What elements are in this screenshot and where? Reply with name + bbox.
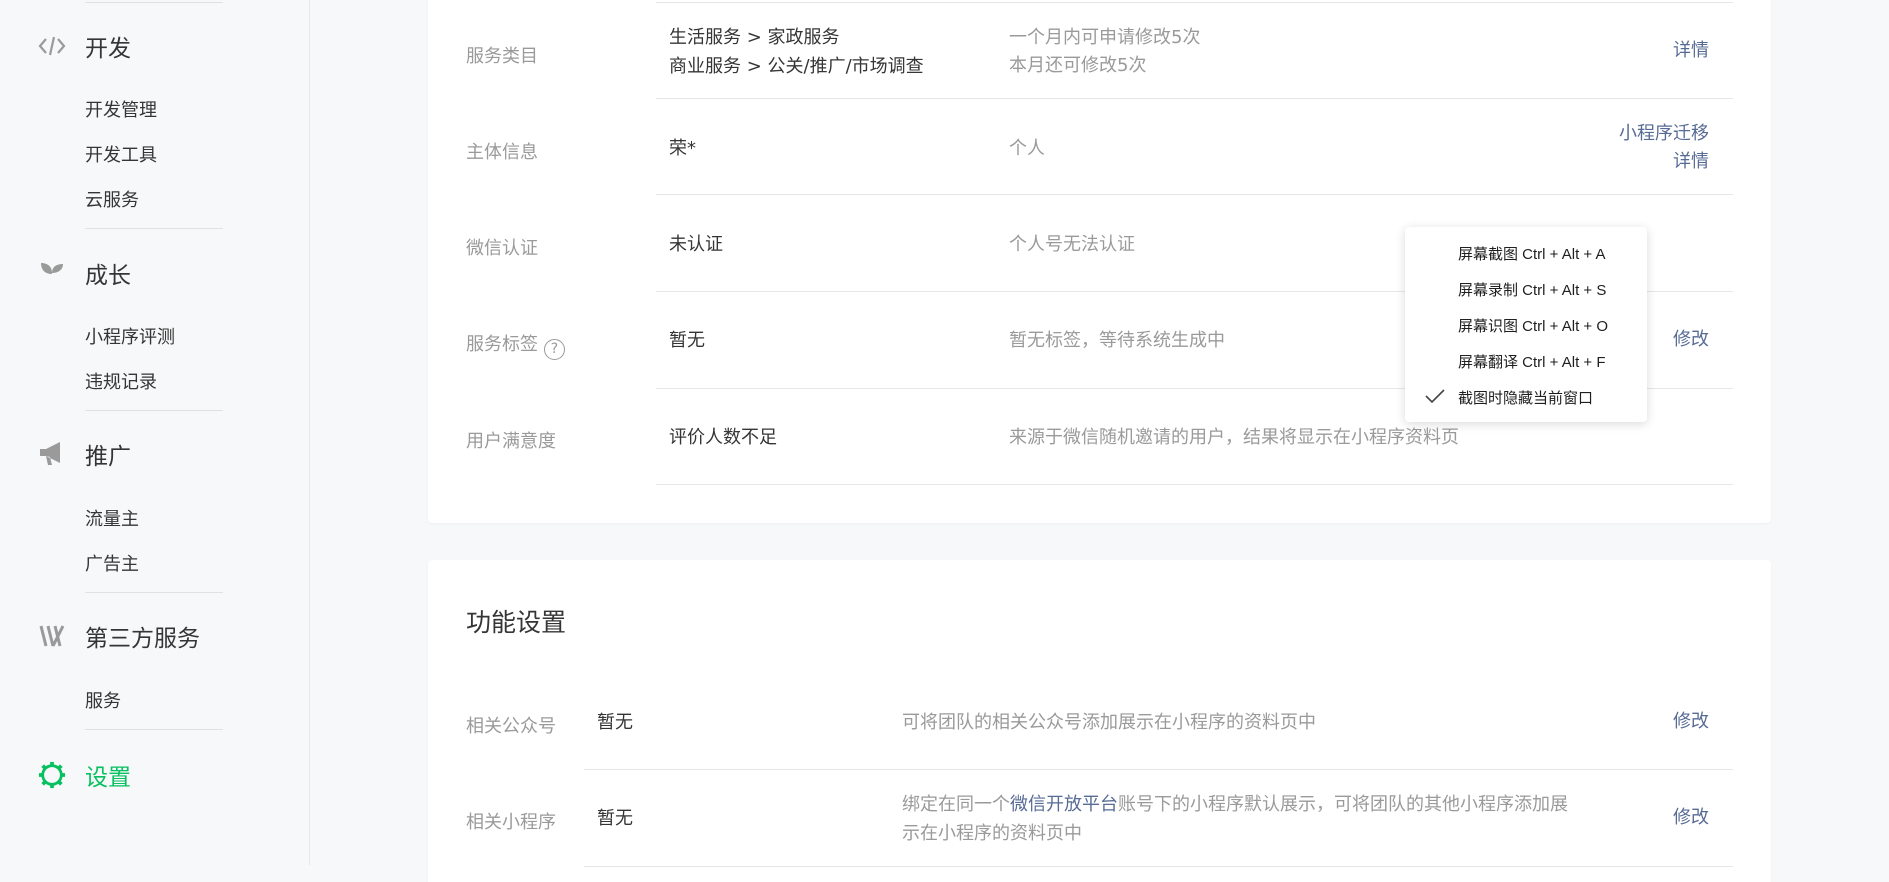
- sidebar-group-develop[interactable]: 开发: [38, 28, 131, 64]
- sidebar-group-settings[interactable]: 设置: [38, 757, 131, 793]
- related-mini-program-value: 暂无: [597, 808, 633, 829]
- desc-text: 账号下的小程序默认展示，可将团队的其他小程序添加展: [1118, 794, 1568, 815]
- checkmark-icon: [1425, 389, 1445, 404]
- menu-item-hide-window[interactable]: 截图时隐藏当前窗口: [1458, 387, 1593, 408]
- sidebar-group-label: 开发: [85, 36, 131, 62]
- sidebar-group-label: 第三方服务: [85, 626, 200, 652]
- help-icon[interactable]: ?: [544, 338, 565, 360]
- row-divider: [656, 98, 1733, 99]
- row-label-service-category: 服务类目: [466, 46, 538, 67]
- section-title: 功能设置: [466, 608, 567, 637]
- service-category-value-1: 生活服务 > 家政服务: [669, 27, 840, 48]
- menu-item-screen-translate[interactable]: 屏幕翻译 Ctrl + Alt + F: [1458, 351, 1606, 372]
- wechat-verification-desc: 个人号无法认证: [1009, 234, 1135, 255]
- row-divider: [656, 484, 1733, 485]
- service-tags-value: 暂无: [669, 330, 705, 351]
- sidebar-group-promotion[interactable]: 推广: [38, 436, 131, 472]
- wechat-verification-value: 未认证: [669, 234, 723, 255]
- sidebar-group-label: 成长: [85, 263, 131, 289]
- menu-item-screenshot[interactable]: 屏幕截图 Ctrl + Alt + A: [1458, 243, 1606, 264]
- service-category-desc-1: 一个月内可申请修改5次: [1009, 27, 1201, 48]
- service-tags-label: 服务标签: [466, 334, 538, 355]
- related-official-account-edit-link[interactable]: 修改: [1673, 708, 1709, 736]
- related-official-account-value: 暂无: [597, 712, 633, 733]
- related-official-account-desc: 可将团队的相关公众号添加展示在小程序的资料页中: [902, 712, 1316, 733]
- related-mini-program-edit-link[interactable]: 修改: [1673, 804, 1709, 832]
- sidebar-border: [309, 0, 310, 865]
- service-tags-edit-link[interactable]: 修改: [1673, 326, 1709, 354]
- sidebar-item-advertiser[interactable]: 广告主: [85, 550, 139, 576]
- sidebar-item-dev-tools[interactable]: 开发工具: [85, 141, 157, 167]
- sidebar-item-evaluation[interactable]: 小程序评测: [85, 323, 175, 349]
- mini-program-migrate-link[interactable]: 小程序迁移: [1619, 120, 1709, 148]
- entity-info-desc: 个人: [1009, 138, 1045, 159]
- sidebar-item-cloud-service[interactable]: 云服务: [85, 186, 139, 212]
- entity-info-value: 荣*: [669, 138, 696, 159]
- user-satisfaction-value: 评价人数不足: [669, 427, 777, 448]
- service-category-desc-2: 本月还可修改5次: [1009, 55, 1147, 76]
- row-divider: [584, 866, 1733, 867]
- megaphone-icon: [38, 440, 66, 468]
- service-category-value-2: 商业服务 > 公关/推广/市场调查: [669, 56, 924, 77]
- sidebar-divider: [85, 410, 223, 411]
- desc-text: 绑定在同一个: [902, 794, 1010, 815]
- sidebar: 开发 开发管理 开发工具 云服务 成长 小程序评测 违规记录 推广 流量主 广告…: [0, 0, 310, 882]
- row-divider: [656, 2, 1733, 3]
- user-satisfaction-desc: 来源于微信随机邀请的用户，结果将显示在小程序资料页: [1009, 427, 1459, 448]
- sidebar-divider: [85, 729, 223, 730]
- sidebar-item-violations[interactable]: 违规记录: [85, 368, 157, 394]
- sidebar-group-third-party[interactable]: 第三方服务: [38, 618, 200, 654]
- sidebar-divider: [85, 592, 223, 593]
- service-category-details-link[interactable]: 详情: [1673, 37, 1709, 65]
- service-tags-desc: 暂无标签，等待系统生成中: [1009, 330, 1225, 351]
- screenshot-context-menu: 屏幕截图 Ctrl + Alt + A 屏幕录制 Ctrl + Alt + S …: [1405, 227, 1647, 422]
- related-mini-program-desc-line2: 示在小程序的资料页中: [902, 823, 1082, 844]
- sidebar-group-label: 设置: [85, 765, 131, 791]
- row-divider: [656, 194, 1733, 195]
- related-mini-program-desc-line1: 绑定在同一个微信开放平台账号下的小程序默认展示，可将团队的其他小程序添加展: [902, 790, 1568, 819]
- entity-info-details-link[interactable]: 详情: [1673, 148, 1709, 176]
- row-label-service-tags: 服务标签?: [466, 330, 565, 360]
- sidebar-group-growth[interactable]: 成长: [38, 255, 131, 291]
- sidebar-item-services[interactable]: 服务: [85, 687, 121, 713]
- sidebar-item-traffic-owner[interactable]: 流量主: [85, 505, 139, 531]
- row-label-wechat-verification: 微信认证: [466, 238, 538, 259]
- row-label-entity-info: 主体信息: [466, 142, 538, 163]
- sidebar-divider: [85, 2, 223, 3]
- sidebar-group-label: 推广: [85, 444, 131, 470]
- gear-icon: [38, 761, 66, 789]
- row-label-user-satisfaction: 用户满意度: [466, 431, 556, 452]
- open-platform-link[interactable]: 微信开放平台: [1010, 794, 1118, 815]
- row-divider: [584, 769, 1733, 770]
- sidebar-item-dev-management[interactable]: 开发管理: [85, 96, 157, 122]
- row-label-related-mini-program: 相关小程序: [466, 812, 556, 833]
- third-party-icon: [38, 622, 66, 650]
- sprout-icon: [38, 259, 66, 287]
- sidebar-divider: [85, 228, 223, 229]
- row-label-related-official-account: 相关公众号: [466, 716, 556, 737]
- code-icon: [38, 32, 66, 60]
- menu-item-screen-recognize[interactable]: 屏幕识图 Ctrl + Alt + O: [1458, 315, 1608, 336]
- menu-item-screen-record[interactable]: 屏幕录制 Ctrl + Alt + S: [1458, 279, 1606, 300]
